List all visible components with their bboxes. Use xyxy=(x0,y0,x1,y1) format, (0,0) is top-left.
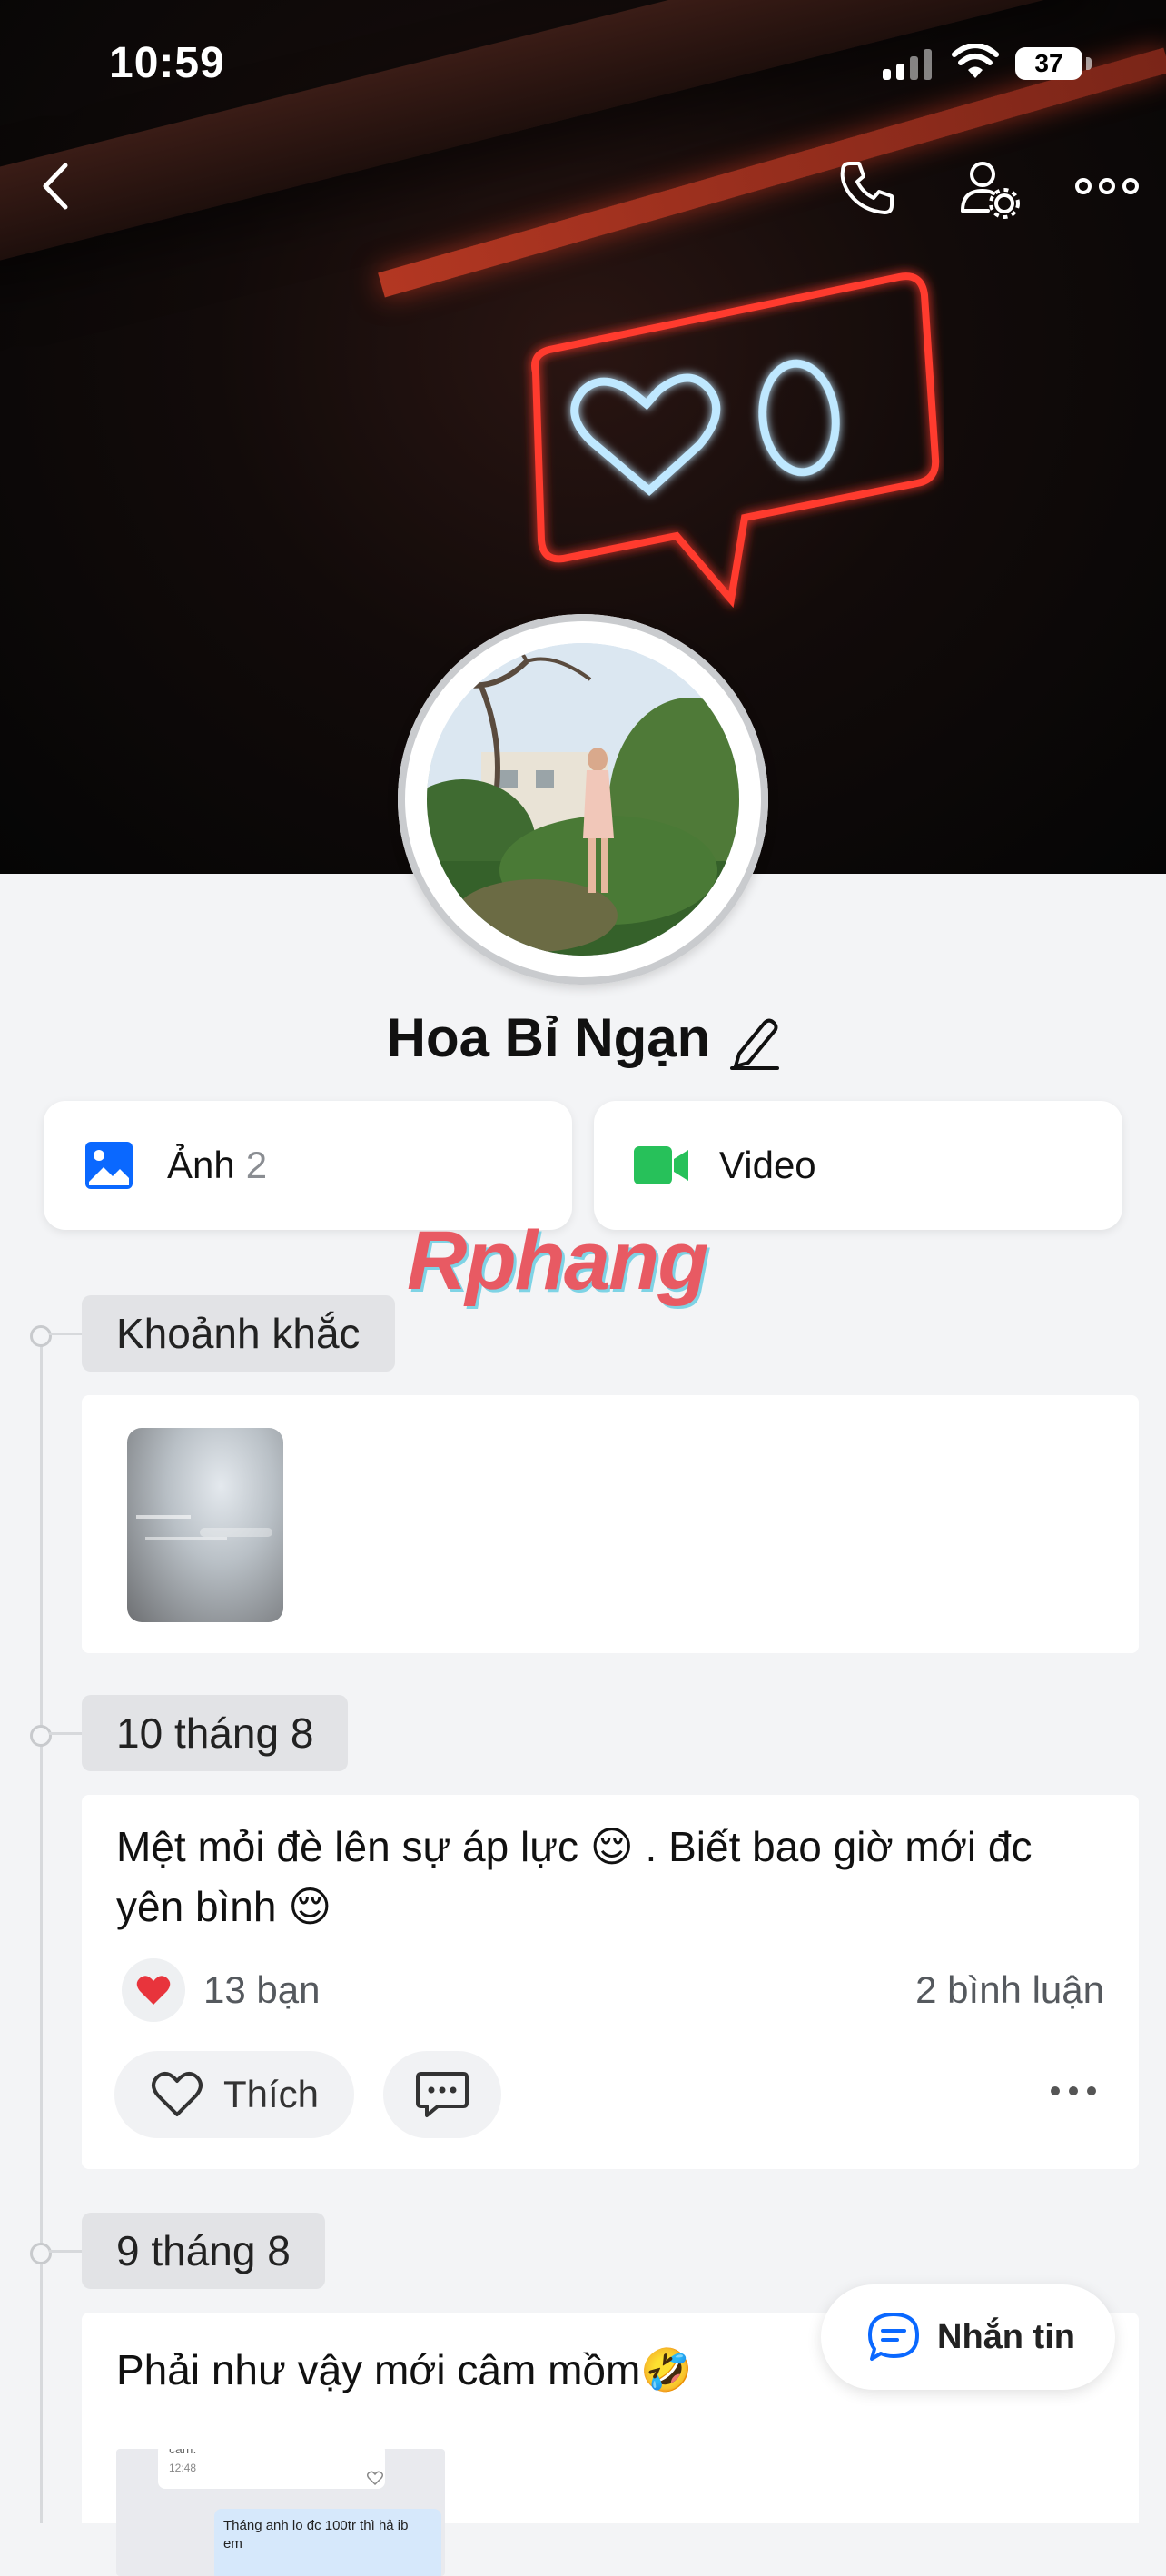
more-options-button[interactable] xyxy=(1075,173,1139,204)
comment-count[interactable]: 2 bình luận xyxy=(915,1968,1104,2012)
post-card[interactable]: Mệt mỏi đè lên sự áp lực 😌 . Biết bao gi… xyxy=(82,1795,1139,2169)
photos-count: 2 xyxy=(245,1144,268,1186)
comment-bubble-icon xyxy=(416,2072,469,2117)
battery-icon: 37 xyxy=(1015,47,1082,80)
preview-heart-icon xyxy=(367,2471,383,2485)
preview-text: Tháng anh lo đc 100tr thì hả ib xyxy=(223,2518,409,2533)
image-icon xyxy=(85,1142,133,1189)
preview-text: em xyxy=(223,2536,242,2551)
avatar-photo xyxy=(427,643,739,956)
profile-name: Hoa Bỉ Ngạn xyxy=(386,1007,711,1068)
like-button[interactable]: Thích xyxy=(114,2051,354,2138)
timeline-line xyxy=(40,1333,43,2523)
profile-settings-button[interactable] xyxy=(957,156,1023,226)
timeline-connector xyxy=(49,1732,82,1735)
post-text: Phải như vậy mới câm mồm🤣 xyxy=(116,2346,693,2393)
post-more-icon[interactable] xyxy=(1048,2084,1099,2098)
video-tab[interactable]: Video xyxy=(594,1101,1122,1230)
moments-header: Khoảnh khắc xyxy=(82,1295,395,1372)
timeline-connector xyxy=(49,1333,82,1335)
video-camera-icon xyxy=(634,1146,688,1184)
profile-name-row: Hoa Bỉ Ngạn xyxy=(0,1006,1166,1071)
call-button[interactable] xyxy=(835,156,899,224)
avatar[interactable] xyxy=(427,643,739,956)
reaction-count[interactable]: 13 bạn xyxy=(203,1968,320,2012)
send-message-button[interactable]: Nhắn tin xyxy=(821,2284,1115,2390)
preview-text: cam. xyxy=(169,2449,197,2456)
post-text: Mệt mỏi đè lên sự áp lực 😌 . Biết bao gi… xyxy=(116,1817,1032,1937)
chevron-left-icon xyxy=(43,163,68,210)
photos-tab[interactable]: Ảnh 2 xyxy=(44,1101,572,1230)
reaction-heart-badge[interactable] xyxy=(122,1958,185,2022)
moment-thumbnail[interactable] xyxy=(127,1428,283,1622)
user-gear-icon xyxy=(961,162,1020,219)
timeline-dot xyxy=(30,1325,52,1347)
send-message-label: Nhắn tin xyxy=(937,2317,1075,2356)
post-image-chat-screenshot[interactable]: cam. 12:48 Tháng anh lo đc 100tr thì hả … xyxy=(116,2449,445,2576)
post-date-header: 9 tháng 8 xyxy=(82,2213,325,2289)
timeline-connector xyxy=(49,2250,82,2253)
edit-pencil-icon[interactable] xyxy=(728,1014,780,1071)
ellipsis-icon xyxy=(1075,178,1139,194)
moments-card xyxy=(82,1395,1139,1653)
timeline-dot xyxy=(30,2243,52,2264)
neon-like-sign-icon xyxy=(531,272,940,609)
post-text-line: yên bình 😌 xyxy=(116,1883,332,1930)
video-label: Video xyxy=(719,1144,816,1186)
status-time: 10:59 xyxy=(109,39,225,87)
cellular-signal-icon xyxy=(883,47,932,80)
timeline-dot xyxy=(30,1725,52,1747)
preview-time: 12:48 xyxy=(169,2462,197,2474)
battery-cap xyxy=(1086,57,1092,70)
chat-bubble-icon xyxy=(868,2313,919,2361)
heart-outline-icon xyxy=(152,2071,203,2116)
watermark-logo: Rphang xyxy=(407,1214,708,1307)
phone-icon xyxy=(840,162,894,214)
heart-reaction-icon xyxy=(136,1976,171,2005)
wifi-icon xyxy=(952,44,999,78)
post-text-line: Mệt mỏi đè lên sự áp lực 😌 . Biết bao gi… xyxy=(116,1823,1033,1870)
like-label: Thích xyxy=(223,2073,320,2115)
comment-button[interactable] xyxy=(383,2051,501,2138)
post-date-header: 10 tháng 8 xyxy=(82,1695,349,1771)
photos-label: Ảnh xyxy=(167,1144,235,1186)
status-bar: 10:59 37 xyxy=(0,0,1166,127)
back-button[interactable] xyxy=(33,154,78,223)
